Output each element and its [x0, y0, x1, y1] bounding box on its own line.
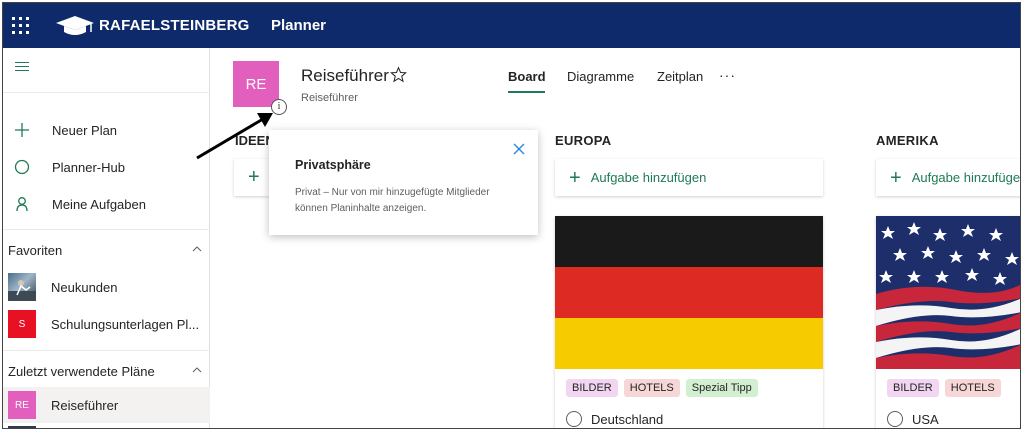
close-icon[interactable]: [512, 142, 526, 156]
tab-schedule[interactable]: Zeitplan: [657, 69, 703, 84]
label-chip[interactable]: HOTELS: [944, 379, 1001, 397]
favorite-item-label: Schulungsunterlagen Pl...: [51, 316, 200, 332]
active-tab-indicator: [508, 91, 545, 93]
favorite-item-label: Neukunden: [51, 279, 118, 295]
task-card-usa[interactable]: BILDER HOTELS USA: [876, 216, 1020, 428]
more-options-icon[interactable]: ···: [719, 67, 736, 83]
add-task-button-europa[interactable]: + Aufgabe hinzufügen: [555, 159, 823, 196]
task-labels: BILDER HOTELS: [887, 379, 1001, 397]
nav-divider: [3, 92, 210, 93]
callout-body: Privat – Nur von mir hinzugefügte Mitgli…: [295, 187, 490, 214]
plus-icon: +: [569, 166, 581, 189]
task-title[interactable]: Deutschland: [591, 412, 663, 427]
add-task-button-amerika[interactable]: + Aufgabe hinzufüge: [876, 159, 1021, 196]
task-labels: BILDER HOTELS Spezial Tipp: [566, 379, 758, 397]
plan-group-name[interactable]: Reiseführer: [301, 92, 358, 104]
nav-item-new-plan[interactable]: Neuer Plan: [3, 112, 210, 148]
complete-task-checkbox[interactable]: [566, 411, 582, 427]
add-task-button-ideen[interactable]: +: [234, 159, 270, 196]
tab-board[interactable]: Board: [508, 69, 546, 84]
recent-item-label: Reiseführer: [51, 397, 119, 413]
app-window: RAFAELSTEINBERG Planner Neuer Plan Plann…: [2, 2, 1021, 429]
app-name[interactable]: Planner: [271, 17, 326, 34]
organization-name[interactable]: RAFAELSTEINBERG: [99, 17, 250, 34]
usa-flag-image: [876, 216, 1020, 369]
label-chip[interactable]: HOTELS: [623, 379, 680, 397]
task-title[interactable]: USA: [912, 412, 939, 427]
nav-item-label: Meine Aufgaben: [52, 196, 146, 212]
annotation-arrow-icon: [196, 113, 273, 160]
nav-item-planner-hub[interactable]: Planner-Hub: [3, 149, 210, 185]
callout-title: Privatsphäre: [295, 158, 371, 172]
label-chip[interactable]: Spezial Tipp: [685, 379, 758, 397]
plan-thumbnail: S: [8, 310, 36, 338]
label-chip[interactable]: BILDER: [566, 379, 618, 397]
favorite-item-schulungsunterlagen[interactable]: S Schulungsunterlagen Pl...: [3, 306, 210, 342]
person-icon: [12, 194, 32, 214]
add-task-label: Aufgabe hinzufügen: [590, 170, 707, 185]
task-row: Deutschland: [566, 411, 663, 427]
mortarboard-logo-icon: [56, 16, 94, 35]
plus-icon: +: [890, 166, 902, 189]
nav-divider: [3, 350, 210, 351]
nav-item-label: Neuer Plan: [52, 122, 118, 138]
nav-item-my-tasks[interactable]: Meine Aufgaben: [3, 186, 210, 222]
nav-divider: [3, 229, 210, 230]
plus-icon: +: [248, 166, 260, 188]
tab-charts[interactable]: Diagramme: [567, 69, 634, 84]
left-navigation: Neuer Plan Planner-Hub Meine Aufgaben Fa…: [3, 48, 210, 428]
label-chip[interactable]: BILDER: [887, 379, 939, 397]
plan-thumbnail-partial: [8, 426, 36, 428]
privacy-callout: Privatsphäre Privat – Nur von mir hinzug…: [269, 130, 538, 235]
add-task-label: Aufgabe hinzufüge: [911, 170, 1021, 185]
plan-thumbnail: RE: [8, 391, 36, 419]
chevron-up-icon[interactable]: [192, 365, 202, 375]
app-launcher-icon[interactable]: [12, 17, 29, 34]
plus-icon: [12, 120, 32, 140]
hamburger-menu-icon[interactable]: [15, 62, 29, 73]
plan-avatar: RE: [233, 61, 279, 107]
favorites-section-header[interactable]: Favoriten: [3, 235, 210, 265]
plan-title[interactable]: Reiseführer: [301, 66, 389, 86]
recent-item-reisefuehrer[interactable]: RE Reiseführer: [3, 387, 210, 423]
task-card-deutschland[interactable]: BILDER HOTELS Spezial Tipp Deutschland: [555, 216, 823, 428]
recent-section-header[interactable]: Zuletzt verwendete Pläne: [3, 356, 210, 386]
nav-item-label: Planner-Hub: [52, 159, 125, 175]
star-icon[interactable]: [390, 66, 407, 83]
recent-heading: Zuletzt verwendete Pläne: [8, 363, 155, 379]
chevron-up-icon[interactable]: [192, 244, 202, 254]
bucket-name-europa[interactable]: EUROPA: [555, 133, 611, 148]
germany-flag-image: [555, 216, 823, 369]
favorites-heading: Favoriten: [8, 242, 63, 258]
complete-task-checkbox[interactable]: [887, 411, 903, 427]
task-row: USA: [887, 411, 939, 427]
plan-thumbnail-photo: [8, 273, 36, 301]
circle-icon: [12, 157, 32, 177]
bucket-name-amerika[interactable]: AMERIKA: [876, 133, 939, 148]
top-bar: RAFAELSTEINBERG Planner: [3, 3, 1020, 48]
favorite-item-neukunden[interactable]: Neukunden: [3, 269, 210, 305]
